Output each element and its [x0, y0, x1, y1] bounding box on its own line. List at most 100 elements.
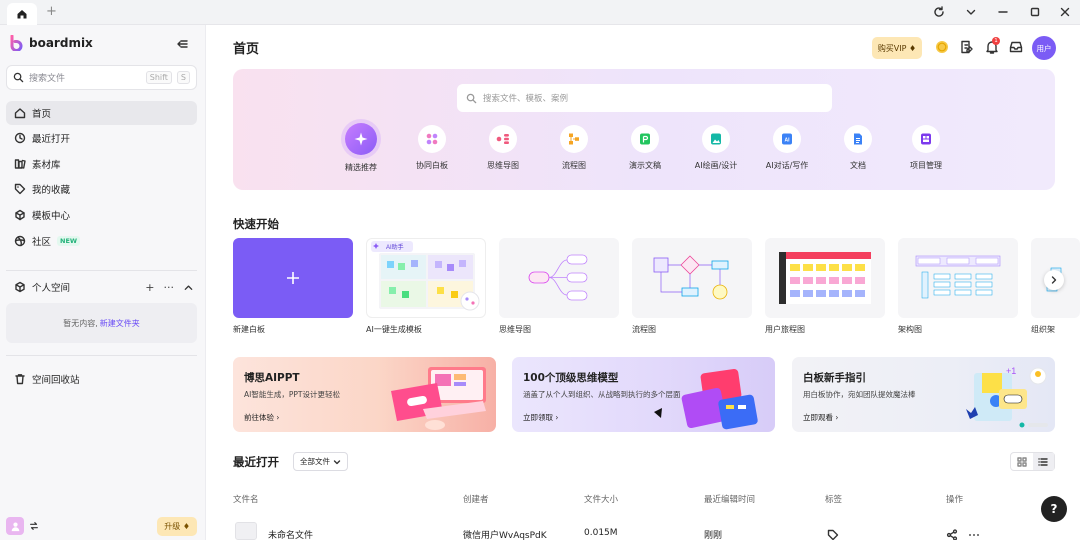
personal-space-header[interactable]: 个人空间 + ··· — [14, 280, 194, 294]
category-label: AI对话/写作 — [765, 161, 809, 170]
sidebar-item-recent[interactable]: 最近打开 — [6, 126, 197, 150]
new-whiteboard-card[interactable] — [233, 238, 353, 318]
chevron-down-icon[interactable] — [964, 5, 978, 19]
file-size: 0.015M — [584, 528, 618, 538]
avatar[interactable] — [6, 517, 24, 535]
category-whiteboard[interactable]: 协同白板 — [397, 125, 467, 171]
banner-link[interactable]: 立即观看 › — [803, 412, 838, 423]
minimize-icon[interactable] — [996, 5, 1010, 19]
empty-text: 暂无内容, — [63, 318, 98, 328]
buy-vip-button[interactable]: 购买VIP ♦ — [872, 37, 922, 59]
help-button[interactable]: ? — [1041, 496, 1067, 522]
new-folder-link[interactable]: 新建文件夹 — [100, 318, 140, 329]
column-header-edited[interactable]: 最近编辑时间 — [704, 493, 755, 505]
maximize-icon[interactable] — [1028, 5, 1042, 19]
more-icon[interactable] — [968, 529, 980, 540]
grid-icon — [1017, 456, 1027, 467]
user-journey-card[interactable] — [765, 238, 885, 318]
mindmap-card[interactable] — [499, 238, 619, 318]
library-icon — [14, 159, 26, 169]
file-filter-dropdown[interactable]: 全部文件 — [293, 452, 348, 471]
tag-icon[interactable] — [827, 529, 839, 540]
share-icon[interactable] — [946, 529, 958, 540]
file-creator: 微信用户WvAqsPdK — [463, 531, 547, 540]
new-tab-button[interactable]: + — [46, 5, 57, 19]
search-icon — [466, 93, 477, 103]
category-label: 文档 — [850, 161, 866, 170]
personal-space-label: 个人空间 — [32, 283, 71, 294]
banner-link-label: 前往体验 — [244, 413, 274, 422]
banner-link[interactable]: 立即领取 › — [523, 412, 558, 423]
category-presentation[interactable]: 演示文稿 — [610, 125, 680, 171]
view-toggle — [1010, 452, 1055, 471]
sidebar-item-label: 我的收藏 — [32, 185, 71, 196]
grid-view-button[interactable] — [1011, 453, 1033, 470]
upgrade-button[interactable]: 升级 ♦ — [157, 516, 197, 536]
file-name[interactable]: 未命名文件 — [268, 528, 313, 540]
category-ai-design[interactable]: AI绘画/设计 — [681, 125, 751, 171]
switch-account-icon[interactable] — [29, 521, 39, 531]
books-illustration — [654, 369, 758, 430]
laptop-illustration — [391, 367, 486, 430]
sidebar-item-home[interactable]: 首页 — [6, 101, 197, 125]
banner-aippt[interactable]: 博思AIPPT AI智能生成，PPT设计更轻松 前往体验 › — [233, 357, 496, 432]
category-featured[interactable]: 精选推荐 — [326, 123, 396, 173]
quick-start-label: 架构图 — [898, 325, 922, 334]
column-header-creator: 创建者 — [463, 495, 489, 505]
ai-image-icon — [702, 125, 730, 153]
column-header-name[interactable]: 文件名 — [233, 493, 259, 505]
sidebar-item-label: 模板中心 — [32, 211, 71, 222]
close-icon[interactable] — [1058, 5, 1072, 19]
edit-doc-icon[interactable] — [959, 39, 975, 55]
chevron-right-icon — [1051, 276, 1057, 284]
carousel-next-button[interactable] — [1044, 270, 1064, 290]
user-avatar[interactable]: 用户 — [1032, 36, 1056, 60]
banner-title: 博思AIPPT — [244, 372, 300, 384]
flowchart-preview — [653, 255, 729, 300]
add-space-item-button[interactable]: + — [145, 281, 154, 294]
page-title: 首页 — [233, 42, 260, 57]
refresh-icon[interactable] — [932, 5, 946, 19]
inbox-icon[interactable] — [1008, 39, 1024, 55]
flowchart-icon — [560, 125, 588, 153]
flowchart-card[interactable] — [632, 238, 752, 318]
column-header-tags: 标签 — [825, 495, 843, 505]
quick-start-label: 思维导图 — [499, 325, 531, 334]
mindmap-preview — [528, 254, 588, 301]
collapse-sidebar-icon[interactable] — [176, 38, 188, 50]
coin-icon[interactable] — [934, 39, 950, 55]
category-project[interactable]: 项目管理 — [891, 125, 961, 171]
more-options-button[interactable]: ··· — [164, 281, 175, 294]
sidebar-item-library[interactable]: 素材库 — [6, 152, 197, 176]
logo-text: boardmix — [29, 36, 93, 50]
sidebar-item-trash[interactable]: 空间回收站 — [6, 367, 197, 391]
ai-template-card[interactable]: AI助手 — [366, 238, 486, 318]
sidebar-item-favorites[interactable]: 我的收藏 — [6, 177, 197, 201]
tab-home[interactable] — [7, 3, 37, 25]
logo[interactable]: boardmix — [10, 35, 93, 51]
architecture-card[interactable] — [898, 238, 1018, 318]
category-ai-chat[interactable]: AI AI对话/写作 — [752, 125, 822, 171]
list-view-button[interactable] — [1032, 453, 1054, 470]
hero-search[interactable]: 搜索文件、模板、案例 — [457, 84, 832, 112]
category-flowchart[interactable]: 流程图 — [539, 125, 609, 171]
sidebar-search[interactable]: 搜索文件 Shift S — [6, 65, 197, 90]
svg-text:+1: +1 — [1006, 366, 1016, 376]
sidebar-item-templates[interactable]: 模板中心 — [6, 203, 197, 227]
vip-label: 购买VIP — [877, 43, 907, 53]
chevron-up-icon[interactable] — [183, 282, 194, 293]
category-mindmap[interactable]: 思维导图 — [468, 125, 538, 171]
divider — [6, 270, 197, 271]
category-document[interactable]: 文档 — [823, 125, 893, 171]
home-icon — [17, 10, 27, 19]
hero-search-input[interactable]: 搜索文件、模板、案例 — [483, 92, 568, 104]
cube-icon — [15, 281, 25, 293]
sidebar-item-community[interactable]: 社区 NEW — [6, 229, 197, 253]
plus-icon — [287, 272, 299, 284]
banner-thinking-models[interactable]: 100个顶级思维模型 涵盖了从个人到组织、从战略到执行的多个层面 立即领取 › — [512, 357, 775, 432]
banner-beginner-guide[interactable]: 白板新手指引 用白板协作，宛如团队提效魔法棒 立即观看 › +1 — [792, 357, 1055, 432]
svg-text:AI: AI — [785, 138, 791, 144]
banner-link[interactable]: 前往体验 › — [244, 412, 279, 423]
search-input[interactable]: 搜索文件 — [29, 71, 141, 84]
trash-icon — [15, 374, 25, 385]
